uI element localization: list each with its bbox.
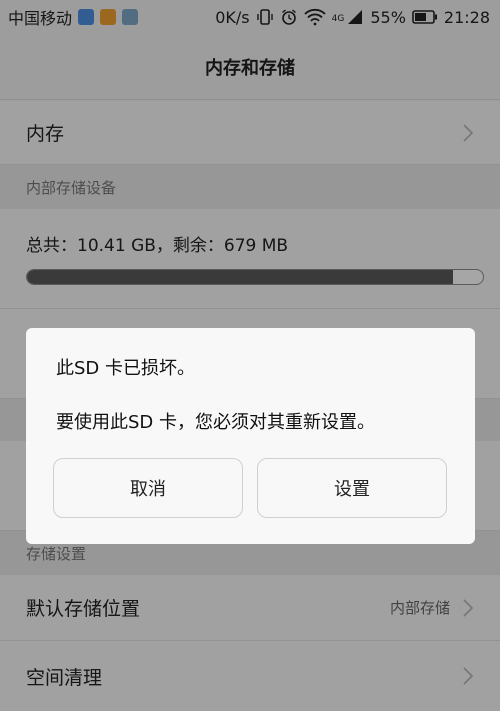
dialog-message-body: 要使用此SD 卡，您必须对其重新设置。 — [56, 412, 376, 433]
sd-card-damaged-dialog: 此SD 卡已损坏。 要使用此SD 卡，您必须对其重新设置。 取消 设置 — [26, 328, 475, 544]
setup-button[interactable]: 设置 — [257, 458, 447, 518]
cancel-button[interactable]: 取消 — [53, 458, 243, 518]
screen: 中国移动 0K/s 4G 55% 21:28 内存和存储 内存 内部存储设备 总… — [0, 0, 500, 711]
dialog-message-title: 此SD 卡已损坏。 — [56, 358, 196, 379]
